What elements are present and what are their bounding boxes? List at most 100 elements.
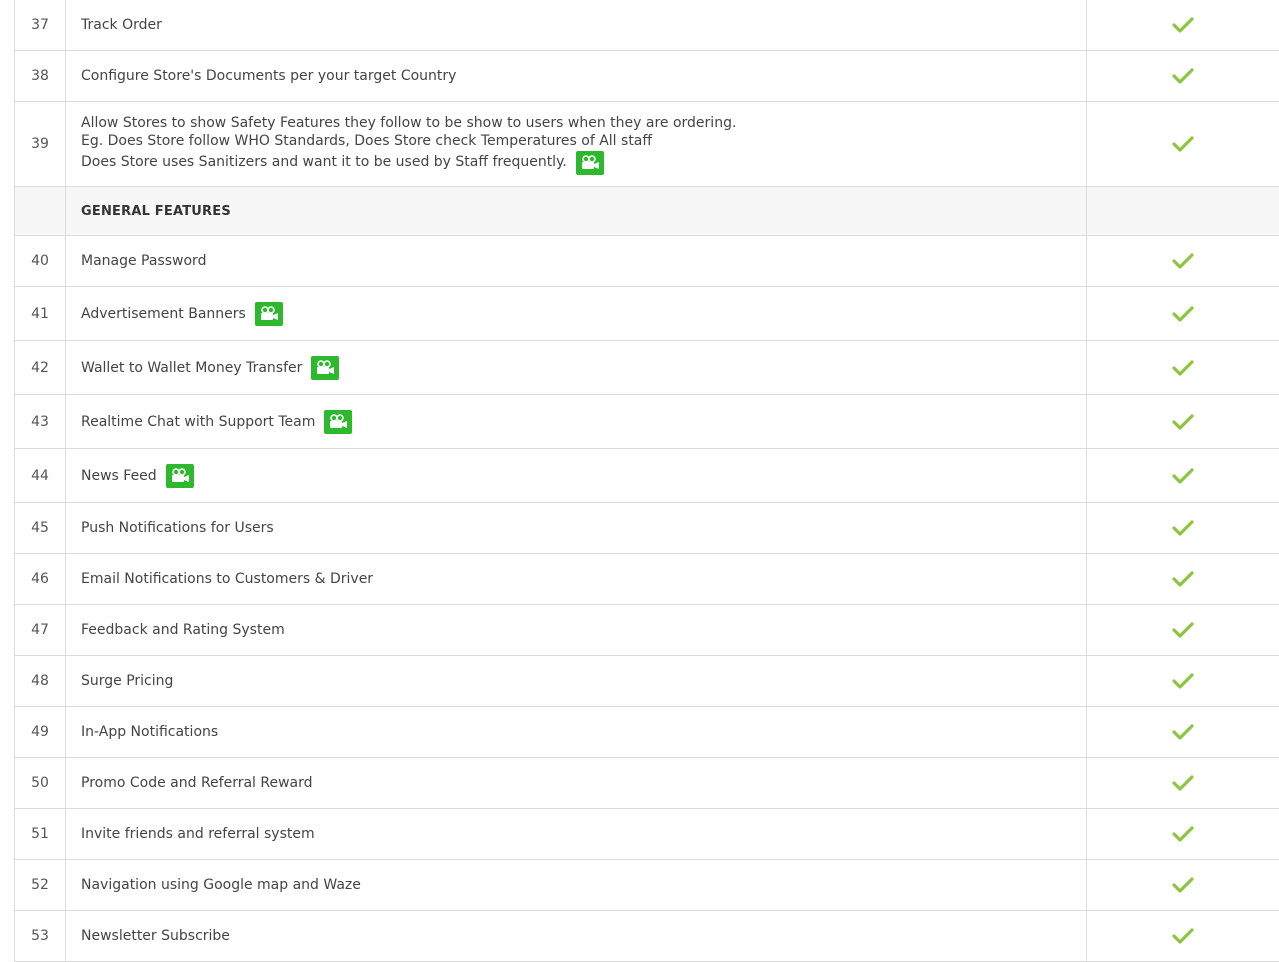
feature-label: Email Notifications to Customers & Drive… <box>66 554 1087 604</box>
table-row: 37 Track Order <box>15 0 1279 51</box>
check-icon <box>1172 305 1194 323</box>
availability-cell <box>1087 102 1279 186</box>
feature-label: Invite friends and referral system <box>66 809 1087 859</box>
section-title: GENERAL FEATURES <box>66 187 1087 235</box>
video-camera-icon[interactable] <box>575 151 604 175</box>
table-row: 46 Email Notifications to Customers & Dr… <box>15 554 1279 605</box>
row-number: 47 <box>15 605 66 655</box>
check-icon <box>1172 16 1194 34</box>
feature-label: Configure Store's Documents per your tar… <box>66 51 1087 101</box>
feature-text: Wallet to Wallet Money Transfer <box>81 359 303 376</box>
row-number: 39 <box>15 102 66 186</box>
row-number: 42 <box>15 341 66 394</box>
check-icon <box>1172 621 1194 639</box>
check-icon <box>1172 774 1194 792</box>
table-row: 43 Realtime Chat with Support Team <box>15 395 1279 449</box>
availability-cell <box>1087 758 1279 808</box>
row-number-empty <box>15 187 66 235</box>
video-camera-icon[interactable] <box>311 355 340 380</box>
feature-label: Surge Pricing <box>66 656 1087 706</box>
availability-cell <box>1087 911 1279 961</box>
feature-text: Manage Password <box>81 253 207 269</box>
table-row: 52 Navigation using Google map and Waze <box>15 860 1279 911</box>
row-number: 51 <box>15 809 66 859</box>
feature-text: Navigation using Google map and Waze <box>81 877 361 893</box>
feature-text: Configure Store's Documents per your tar… <box>81 68 457 84</box>
availability-cell <box>1087 287 1279 340</box>
row-number: 53 <box>15 911 66 961</box>
row-number: 41 <box>15 287 66 340</box>
feature-text: Newsletter Subscribe <box>81 928 230 944</box>
feature-text: Advertisement Banners <box>81 305 246 322</box>
check-icon <box>1172 825 1194 843</box>
row-number: 44 <box>15 449 66 502</box>
feature-label: Newsletter Subscribe <box>66 911 1087 961</box>
feature-text: Track Order <box>81 17 162 33</box>
row-number: 52 <box>15 860 66 910</box>
availability-cell <box>1087 236 1279 286</box>
feature-label: Realtime Chat with Support Team <box>66 395 1087 448</box>
feature-label: Manage Password <box>66 236 1087 286</box>
row-number: 40 <box>15 236 66 286</box>
table-row: 50 Promo Code and Referral Reward <box>15 758 1279 809</box>
check-icon <box>1172 467 1194 485</box>
feature-text-line: Allow Stores to show Safety Features the… <box>81 115 737 131</box>
check-icon <box>1172 413 1194 431</box>
table-row: 39 Allow Stores to show Safety Features … <box>15 102 1279 187</box>
feature-label: Navigation using Google map and Waze <box>66 860 1087 910</box>
feature-text: In-App Notifications <box>81 724 219 740</box>
feature-label: Push Notifications for Users <box>66 503 1087 553</box>
row-number: 46 <box>15 554 66 604</box>
feature-text: Push Notifications for Users <box>81 520 274 536</box>
feature-label: News Feed <box>66 449 1087 502</box>
feature-text: Realtime Chat with Support Team <box>81 413 316 430</box>
row-number: 49 <box>15 707 66 757</box>
feature-text-line: Does Store uses Sanitizers and want it t… <box>81 154 567 170</box>
video-camera-icon[interactable] <box>254 301 283 326</box>
row-number: 43 <box>15 395 66 448</box>
check-icon <box>1172 135 1194 153</box>
feature-label: Allow Stores to show Safety Features the… <box>66 102 1087 186</box>
table-row: 48 Surge Pricing <box>15 656 1279 707</box>
section-header: GENERAL FEATURES <box>15 187 1279 236</box>
availability-cell <box>1087 809 1279 859</box>
availability-cell <box>1087 449 1279 502</box>
feature-text-line: Eg. Does Store follow WHO Standards, Doe… <box>81 133 653 149</box>
availability-cell <box>1087 707 1279 757</box>
availability-cell <box>1087 554 1279 604</box>
table-row: 38 Configure Store's Documents per your … <box>15 51 1279 102</box>
feature-text: Promo Code and Referral Reward <box>81 775 313 791</box>
table-row: 40 Manage Password <box>15 236 1279 287</box>
check-icon <box>1172 359 1194 377</box>
feature-text: News Feed <box>81 467 157 484</box>
video-camera-icon[interactable] <box>165 463 194 488</box>
feature-label: Wallet to Wallet Money Transfer <box>66 341 1087 394</box>
video-camera-icon[interactable] <box>324 409 353 434</box>
feature-text: Surge Pricing <box>81 673 174 689</box>
check-icon <box>1172 570 1194 588</box>
feature-label: In-App Notifications <box>66 707 1087 757</box>
feature-label: Promo Code and Referral Reward <box>66 758 1087 808</box>
check-icon <box>1172 67 1194 85</box>
feature-label: Track Order <box>66 0 1087 50</box>
availability-cell <box>1087 656 1279 706</box>
feature-text: Invite friends and referral system <box>81 826 315 842</box>
feature-text: Email Notifications to Customers & Drive… <box>81 571 374 587</box>
check-icon <box>1172 672 1194 690</box>
table-row: 47 Feedback and Rating System <box>15 605 1279 656</box>
check-icon <box>1172 876 1194 894</box>
check-icon <box>1172 927 1194 945</box>
check-icon <box>1172 252 1194 270</box>
availability-cell <box>1087 503 1279 553</box>
availability-cell <box>1087 860 1279 910</box>
row-number: 50 <box>15 758 66 808</box>
table-row: 41 Advertisement Banners <box>15 287 1279 341</box>
availability-cell <box>1087 51 1279 101</box>
table-row: 42 Wallet to Wallet Money Transfer <box>15 341 1279 395</box>
feature-label: Feedback and Rating System <box>66 605 1087 655</box>
table-row: 53 Newsletter Subscribe <box>15 911 1279 962</box>
features-table: 37 Track Order 38 Configure Store's Docu… <box>14 0 1279 962</box>
table-row: 44 News Feed <box>15 449 1279 503</box>
availability-cell <box>1087 341 1279 394</box>
row-number: 38 <box>15 51 66 101</box>
